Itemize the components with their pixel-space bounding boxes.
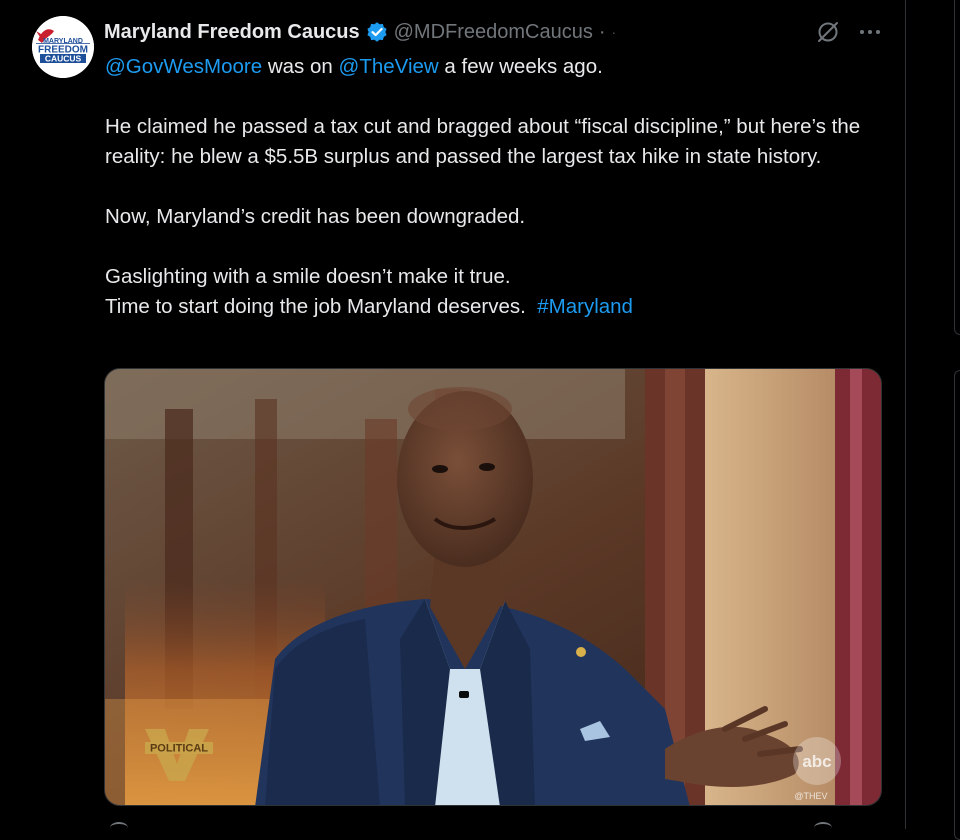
verified-badge-icon[interactable]	[366, 21, 388, 43]
author-handle[interactable]: @MDFreedomCaucus	[394, 21, 593, 44]
header-separator: ·	[598, 20, 606, 43]
avatar-text-3: CAUCUS	[45, 54, 82, 64]
tweet-text-span: was on	[262, 55, 339, 78]
grok-icon[interactable]	[816, 20, 840, 44]
tweet-text-span: Time to start doing the job Maryland des…	[105, 295, 538, 318]
network-logo-text: abc	[802, 752, 831, 771]
tweet-text-span: a few weeks ago.	[438, 55, 603, 78]
freedom-caucus-logo: MARYLAND FREEDOM CAUCUS	[32, 16, 94, 78]
video-watermark: @THEV	[794, 791, 827, 801]
author-avatar[interactable]: MARYLAND FREEDOM CAUCUS	[32, 16, 94, 78]
tweet-paragraph: @GovWesMoore was on @TheView a few weeks…	[105, 52, 895, 82]
tweet-paragraph: He claimed he passed a tax cut and bragg…	[105, 115, 861, 168]
share-icon[interactable]	[814, 822, 832, 834]
mention-link[interactable]: @TheView	[339, 55, 439, 78]
tweet-timestamp[interactable]: ·	[612, 24, 618, 40]
video-frame-illustration: POLITICAL abc @THEV	[105, 369, 881, 805]
tweet-paragraph: Time to start doing the job Maryland des…	[105, 292, 895, 322]
more-icon[interactable]	[858, 22, 882, 42]
tweet-body: @GovWesMoore was on @TheView a few weeks…	[105, 52, 895, 322]
author-display-name[interactable]: Maryland Freedom Caucus	[104, 21, 360, 44]
sidebar-card-edge	[954, 0, 960, 335]
tweet-paragraph: Now, Maryland’s credit has been downgrad…	[105, 205, 526, 228]
chyron-text: POLITICAL	[150, 743, 208, 755]
tweet-header: Maryland Freedom Caucus @MDFreedomCaucus…	[104, 18, 617, 46]
tweet-paragraph: Gaslighting with a smile doesn’t make it…	[105, 265, 511, 288]
hashtag-link[interactable]: #Maryland	[537, 295, 633, 318]
reply-icon[interactable]	[110, 822, 128, 834]
sidebar-card-edge	[954, 370, 960, 840]
tweet-media-video[interactable]: POLITICAL abc @THEV	[104, 368, 882, 806]
mention-link[interactable]: @GovWesMoore	[105, 55, 262, 78]
